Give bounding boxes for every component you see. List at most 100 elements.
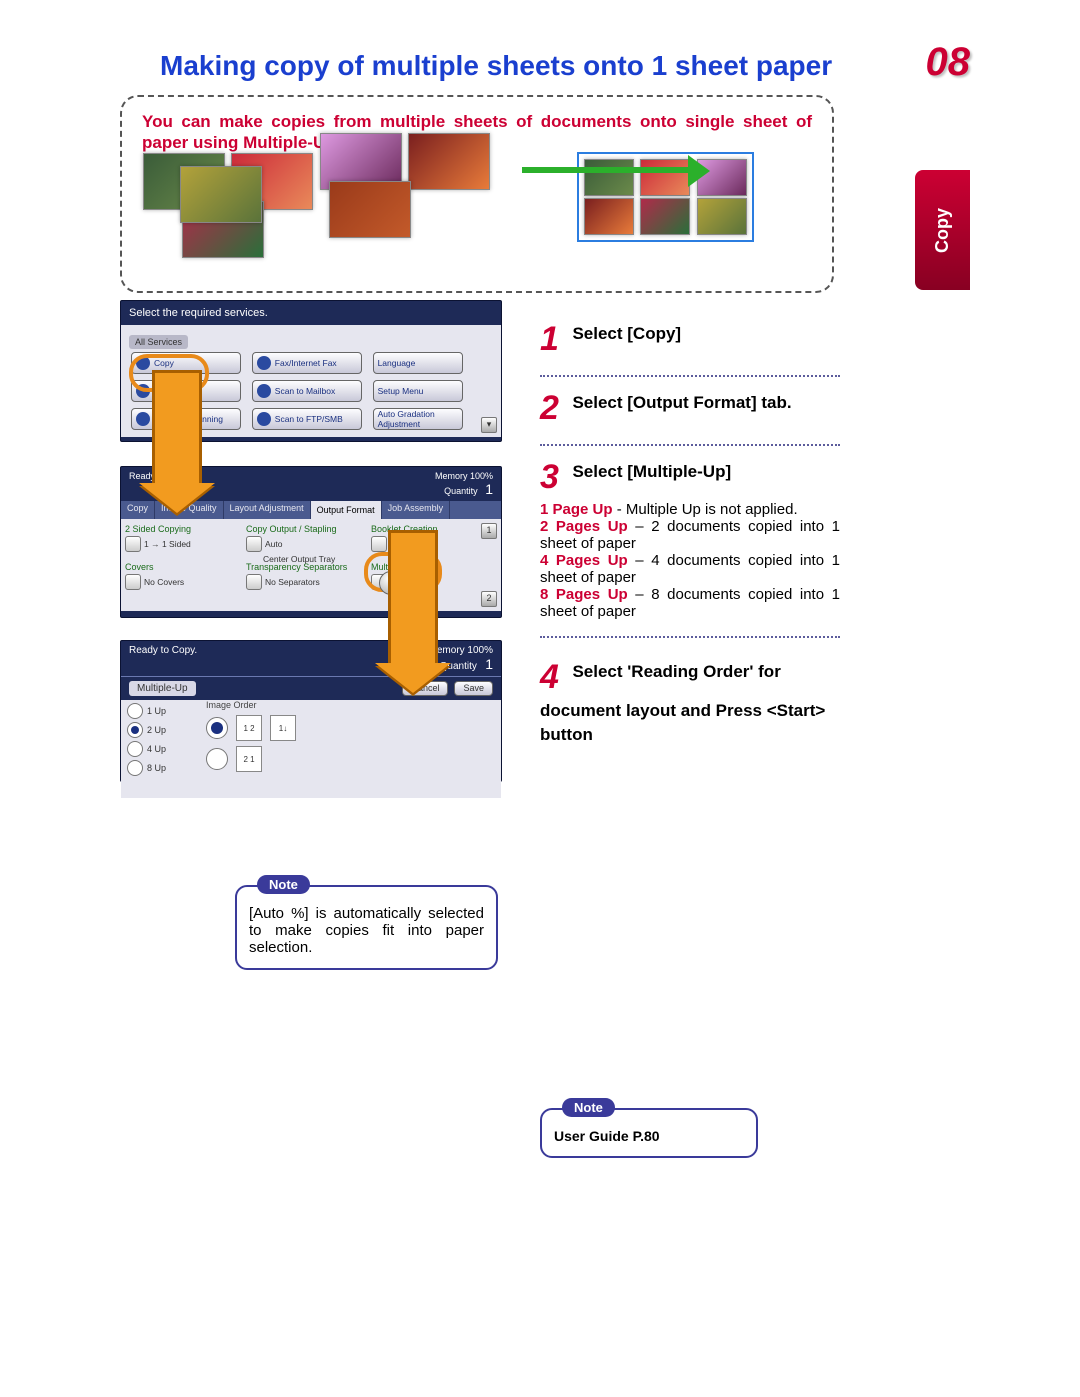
layout-tile-icon: 1↓	[270, 715, 296, 741]
radio-1up[interactable]	[127, 703, 143, 719]
service-setup-button[interactable]: Setup Menu	[373, 380, 463, 402]
title-multiple-up: Multiple-Up	[129, 681, 196, 696]
service-scan-mailbox-button[interactable]: Scan to Mailbox	[252, 380, 362, 402]
note-badge: Note	[562, 1098, 615, 1117]
dotted-separator	[540, 375, 840, 377]
intro-box: You can make copies from multiple sheets…	[120, 95, 834, 293]
page-title: Making copy of multiple sheets onto 1 sh…	[160, 50, 832, 82]
step-number: 2	[540, 389, 568, 428]
side-tab-copy[interactable]: Copy	[915, 170, 970, 290]
arrow-right-icon	[522, 167, 692, 173]
save-button[interactable]: Save	[454, 681, 493, 696]
image-order-area: Image Order 1 2 1↓ 2 1	[206, 700, 296, 777]
checkbox-icon[interactable]	[246, 574, 262, 590]
radio-4up[interactable]	[127, 741, 143, 757]
thumb-image	[180, 166, 262, 223]
section-transparency: Transparency Separators	[246, 562, 361, 572]
dotted-separator	[540, 636, 840, 638]
thumb-image	[640, 159, 690, 196]
radio-2up[interactable]	[127, 722, 143, 738]
side-tab-label: Copy	[932, 208, 953, 253]
step-body: 1 Page Up - Multiple Up is not applied. …	[540, 501, 840, 620]
page-number: 08	[926, 40, 971, 85]
option-label: 2 Pages Up	[540, 518, 628, 535]
service-scan-ftp-button[interactable]: Scan to FTP/SMB	[252, 408, 362, 430]
value: No Separators	[265, 577, 320, 587]
step-1: 1 Select [Copy]	[540, 320, 840, 359]
scroll-indicator[interactable]: 1	[481, 523, 497, 539]
label: Setup Menu	[378, 386, 424, 396]
section-2sided: 2 Sided Copying	[125, 524, 240, 534]
fax-icon	[257, 356, 271, 370]
label: Scan to FTP/SMB	[275, 414, 343, 424]
radio-image-order-horizontal[interactable]	[206, 717, 228, 739]
step-number: 3	[540, 458, 568, 497]
scroll-indicator[interactable]: 2	[481, 591, 497, 607]
step-title: Select [Multiple-Up]	[572, 462, 731, 481]
option-label: 1 Page Up	[540, 501, 613, 518]
tab-job-assembly[interactable]: Job Assembly	[382, 501, 451, 519]
thumb-image	[584, 159, 634, 196]
mailbox-icon	[257, 384, 271, 398]
note-text: User Guide P.80	[554, 1128, 660, 1144]
layout-tile-icon: 2 1	[236, 746, 262, 772]
step-4: 4 Select 'Reading Order' for document la…	[540, 658, 840, 745]
section-covers: Covers	[125, 562, 240, 572]
label: 4 Up	[147, 744, 166, 754]
tab-layout[interactable]: Layout Adjustment	[224, 501, 311, 519]
thumb-image	[584, 198, 634, 235]
value: Auto	[265, 539, 283, 549]
screen-multiple-up: Ready to Copy. Memory 100% Quantity 1 Mu…	[120, 640, 502, 782]
ftp-icon	[257, 412, 271, 426]
checkbox-icon[interactable]	[125, 536, 141, 552]
option-label: 4 Pages Up	[540, 552, 628, 569]
section-output-stapling: Copy Output / Stapling	[246, 524, 361, 534]
thumb-image	[640, 198, 690, 235]
quantity-value: 1	[485, 481, 493, 497]
step-2: 2 Select [Output Format] tab.	[540, 389, 840, 428]
dotted-separator	[540, 444, 840, 446]
network-icon	[136, 412, 150, 426]
radio-image-order-reverse[interactable]	[206, 748, 228, 770]
panel-prompt: Select the required services.	[121, 301, 501, 325]
thumb-image	[408, 133, 490, 190]
image-order-label: Image Order	[206, 700, 296, 710]
note-badge: Note	[257, 875, 310, 894]
option-label: 8 Pages Up	[540, 586, 628, 603]
service-fax-button[interactable]: Fax/Internet Fax	[252, 352, 362, 374]
collage-result	[577, 152, 754, 242]
service-auto-grad-button[interactable]: Auto Gradation Adjustment	[373, 408, 463, 430]
status-text: Ready to Copy.	[129, 645, 197, 672]
step-title: Select [Output Format] tab.	[572, 393, 791, 412]
multiple-up-options: 1 Up 2 Up 4 Up 8 Up	[127, 700, 166, 779]
thumb-image	[329, 181, 411, 238]
service-language-button[interactable]: Language	[373, 352, 463, 374]
note-box-auto: Note [Auto %] is automatically selected …	[235, 885, 498, 970]
note-text: [Auto %] is automatically selected to ma…	[249, 905, 484, 956]
step-title: Select 'Reading Order' for document layo…	[540, 662, 825, 744]
checkbox-icon[interactable]	[125, 574, 141, 590]
label: Scan to Mailbox	[275, 386, 335, 396]
checkbox-icon[interactable]	[371, 536, 387, 552]
step-number: 1	[540, 320, 568, 359]
label: Language	[378, 358, 416, 368]
value: 1 → 1 Sided	[144, 539, 191, 549]
note-box-reference: Note User Guide P.80	[540, 1108, 758, 1158]
option-desc: - Multiple Up is not applied.	[613, 501, 798, 518]
tab-all-services[interactable]: All Services	[129, 335, 188, 349]
step-title: Select [Copy]	[572, 324, 681, 343]
quantity-value: 1	[485, 656, 493, 672]
step-3: 3 Select [Multiple-Up] 1 Page Up - Multi…	[540, 458, 840, 620]
checkbox-icon[interactable]	[246, 536, 262, 552]
radio-8up[interactable]	[127, 760, 143, 776]
label: 8 Up	[147, 763, 166, 773]
tab-output-format[interactable]: Output Format	[311, 501, 382, 519]
step-number: 4	[540, 658, 568, 697]
scroll-down-icon[interactable]: ▾	[481, 417, 497, 433]
steps-column: 1 Select [Copy] 2 Select [Output Format]…	[540, 320, 840, 761]
value: No Covers	[144, 577, 184, 587]
label: 1 Up	[147, 706, 166, 716]
label: 2 Up	[147, 725, 166, 735]
memory-text: Memory 100%	[429, 645, 493, 656]
memory-text: Memory 100%	[435, 471, 493, 481]
